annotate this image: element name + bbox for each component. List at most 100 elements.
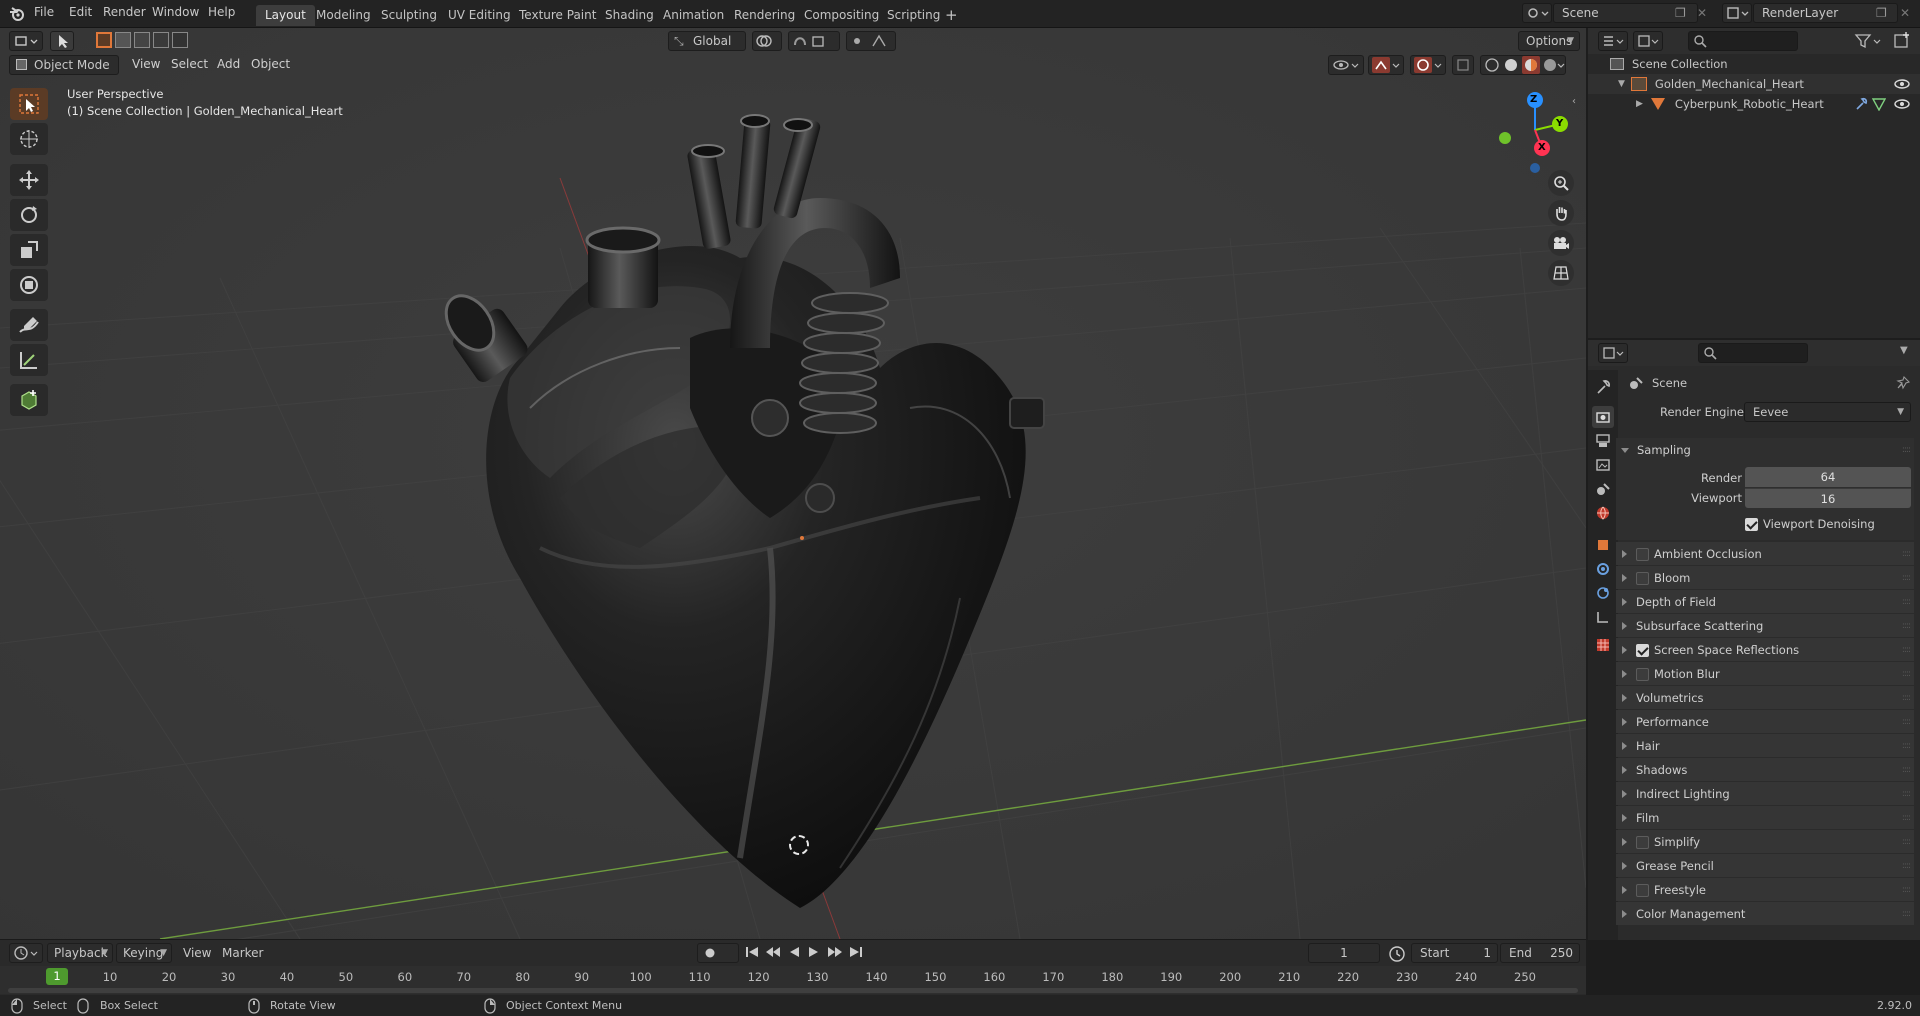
jump-keyframe-back-icon[interactable] — [765, 944, 781, 960]
eye-icon[interactable] — [1894, 77, 1910, 91]
section-header[interactable]: Film:::: — [1616, 806, 1914, 830]
view-layer-browse-button[interactable] — [1722, 3, 1752, 23]
visibility-dropdown[interactable] — [1328, 55, 1364, 75]
options-dropdown[interactable]: Options ▼ — [1518, 31, 1580, 51]
timeline-menu-view[interactable]: View — [183, 946, 211, 960]
menu-file[interactable]: File — [34, 5, 54, 19]
drag-grip-icon[interactable]: :::: — [1902, 789, 1911, 799]
add-workspace-button[interactable]: + — [940, 5, 963, 26]
mesh-data-icon[interactable] — [1872, 97, 1886, 111]
section-header[interactable]: Screen Space Reflections:::: — [1616, 638, 1914, 662]
section-header[interactable]: Subsurface Scattering:::: — [1616, 614, 1914, 638]
tab-texture-paint[interactable]: Texture Paint — [510, 5, 605, 26]
remove-view-layer-icon[interactable]: ✕ — [1900, 6, 1910, 20]
record-button[interactable] — [697, 943, 739, 963]
add-cube-tool-icon[interactable] — [10, 384, 48, 416]
tab-rendering[interactable]: Rendering — [725, 5, 804, 26]
drag-grip-icon[interactable]: :::: — [1902, 861, 1911, 871]
pan-hand-icon[interactable] — [1548, 200, 1574, 226]
section-enable-checkbox[interactable] — [1636, 571, 1649, 585]
drag-grip-icon[interactable]: :::: — [1902, 909, 1911, 919]
texture-tab-icon[interactable] — [1592, 634, 1614, 656]
viewport-menu-add[interactable]: Add — [217, 57, 240, 71]
tab-animation[interactable]: Animation — [654, 5, 733, 26]
drag-grip-icon[interactable]: :::: — [1902, 717, 1911, 727]
section-header[interactable]: Simplify:::: — [1616, 830, 1914, 854]
editor-type-button[interactable] — [9, 31, 43, 51]
section-header[interactable]: Freestyle:::: — [1616, 878, 1914, 902]
drag-grip-icon[interactable]: :::: — [1902, 693, 1911, 703]
section-header[interactable]: Volumetrics:::: — [1616, 686, 1914, 710]
camera-view-icon[interactable] — [1548, 230, 1574, 256]
heart-model[interactable] — [440, 78, 1080, 939]
drag-grip-icon[interactable]: :::: — [1902, 741, 1911, 751]
drag-grip-icon[interactable]: :::: — [1902, 837, 1911, 847]
render-tab-icon[interactable] — [1592, 406, 1614, 428]
transform-orientation-dropdown[interactable]: ⤡ Global — [668, 31, 746, 51]
properties-options-chevron-icon[interactable]: ▼ — [1900, 345, 1908, 356]
render-engine-dropdown[interactable]: Eevee ▼ — [1744, 402, 1911, 422]
menu-render[interactable]: Render — [103, 5, 146, 19]
section-enable-checkbox[interactable] — [1636, 643, 1649, 657]
viewport-samples-field[interactable]: 16 — [1745, 488, 1911, 508]
pivot-point-dropdown[interactable] — [752, 31, 782, 51]
tab-scripting[interactable]: Scripting — [878, 5, 949, 26]
xray-toggle-button[interactable] — [1452, 55, 1474, 75]
scene-browse-button[interactable] — [1522, 3, 1552, 23]
outliner-item-golden-heart[interactable]: ▼ Golden_Mechanical_Heart — [1588, 74, 1920, 94]
sampling-header[interactable]: Sampling :::: — [1616, 438, 1914, 462]
properties-search-input[interactable] — [1698, 343, 1808, 363]
jump-keyframe-forward-icon[interactable] — [827, 944, 843, 960]
annotate-tool-icon[interactable] — [10, 309, 48, 341]
current-frame-field[interactable]: 1 — [1308, 943, 1380, 963]
drag-grip-icon[interactable]: :::: — [1902, 669, 1911, 679]
measure-tool-icon[interactable] — [10, 344, 48, 376]
menu-window[interactable]: Window — [152, 5, 199, 19]
tab-modeling[interactable]: Modeling — [307, 5, 380, 26]
drag-grip-icon[interactable]: :::: — [1902, 445, 1911, 455]
sidebar-toggle-icon[interactable]: ‹ — [1572, 96, 1576, 107]
select-mode-tool-icon[interactable] — [50, 31, 74, 51]
timeline-scrollbar[interactable] — [8, 988, 1578, 993]
drag-grip-icon[interactable]: :::: — [1902, 645, 1911, 655]
tab-layout[interactable]: Layout — [256, 5, 315, 26]
copy-scene-icon[interactable]: ❐ — [1675, 6, 1686, 20]
display-mode-dropdown[interactable] — [1633, 31, 1663, 51]
selection-mode-group[interactable] — [96, 32, 188, 48]
drag-grip-icon[interactable]: :::: — [1902, 573, 1911, 583]
section-header[interactable]: Ambient Occlusion:::: — [1616, 542, 1914, 566]
viewport-denoising-checkbox[interactable] — [1745, 517, 1758, 531]
section-header[interactable]: Performance:::: — [1616, 710, 1914, 734]
section-enable-checkbox[interactable] — [1636, 883, 1649, 897]
viewport-menu-view[interactable]: View — [132, 57, 160, 71]
output-tab-icon[interactable] — [1592, 430, 1614, 452]
end-frame-field[interactable]: End 250 — [1500, 943, 1580, 963]
section-header[interactable]: Color Management:::: — [1616, 902, 1914, 926]
move-tool-icon[interactable] — [10, 164, 48, 196]
zoom-icon[interactable] — [1548, 170, 1574, 196]
select-box-tool-icon[interactable] — [10, 88, 48, 120]
outliner-scene-collection[interactable]: Scene Collection — [1610, 54, 1728, 74]
select-extend-icon[interactable] — [115, 32, 131, 48]
scale-tool-icon[interactable] — [10, 234, 48, 266]
snapping-dropdown[interactable] — [788, 31, 840, 51]
cursor-tool-icon[interactable] — [10, 123, 48, 155]
drag-grip-icon[interactable]: :::: — [1902, 885, 1911, 895]
section-header[interactable]: Indirect Lighting:::: — [1616, 782, 1914, 806]
properties-editor-type-button[interactable] — [1598, 343, 1628, 363]
drag-grip-icon[interactable]: :::: — [1902, 813, 1911, 823]
section-enable-checkbox[interactable] — [1636, 547, 1649, 561]
eye-icon[interactable] — [1894, 97, 1910, 111]
rotate-tool-icon[interactable] — [10, 199, 48, 231]
playback-dropdown[interactable]: Playback ▼ — [47, 943, 113, 963]
3d-cursor-icon[interactable] — [789, 835, 809, 855]
start-frame-field[interactable]: Start 1 — [1411, 943, 1498, 963]
viewport-denoising-toggle[interactable]: Viewport Denoising — [1745, 515, 1875, 533]
3d-viewport[interactable]: ⤡ Global Options ▼ Object Mode View Sele… — [0, 28, 1586, 939]
pin-icon[interactable] — [1896, 376, 1910, 390]
select-subtract-icon[interactable] — [134, 32, 150, 48]
outliner-search-input[interactable] — [1688, 31, 1798, 51]
section-header[interactable]: Depth of Field:::: — [1616, 590, 1914, 614]
tab-sculpting[interactable]: Sculpting — [372, 5, 446, 26]
tab-uv-editing[interactable]: UV Editing — [439, 5, 520, 26]
